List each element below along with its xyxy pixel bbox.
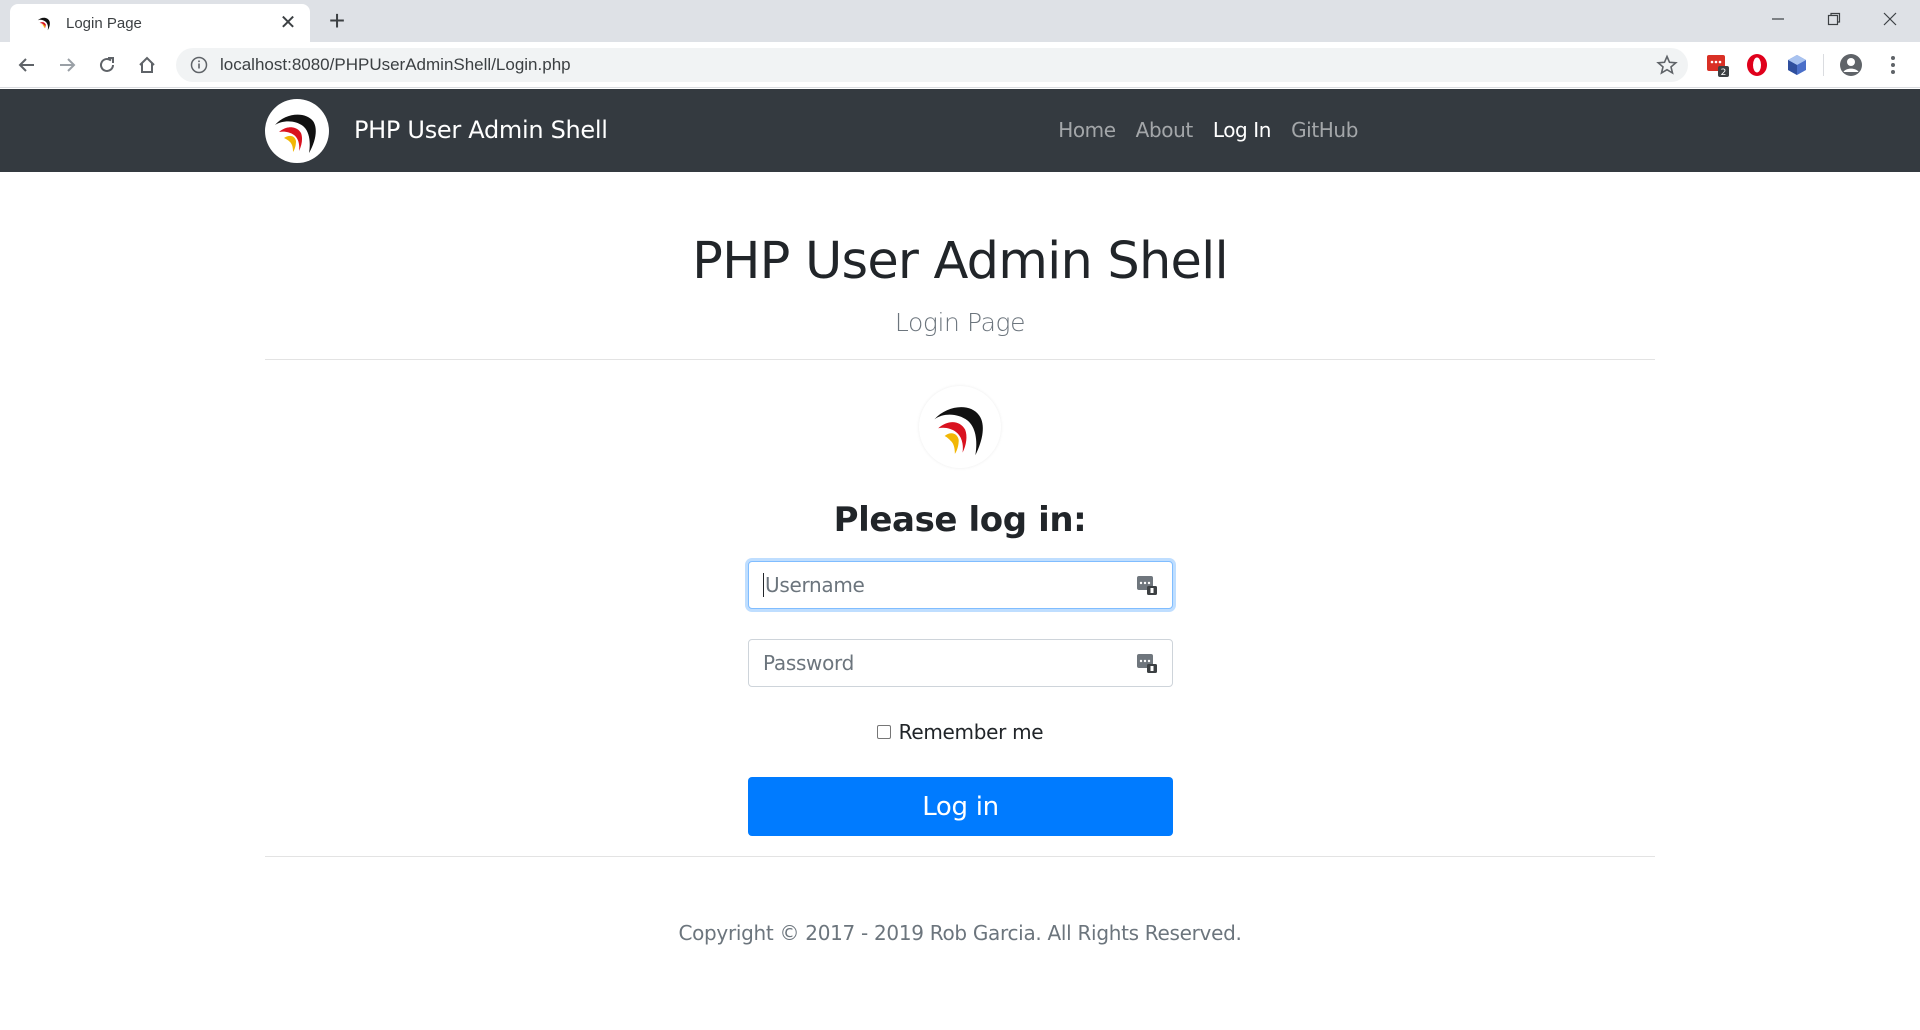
nav-links: Home About Log In GitHub (1058, 118, 1358, 142)
address-bar[interactable]: localhost:8080/PHPUserAdminShell/Login.p… (176, 48, 1688, 82)
text-caret (763, 573, 764, 597)
toolbar-separator (1823, 54, 1824, 76)
extension-badge: 2 (1721, 68, 1727, 78)
nav-link-github[interactable]: GitHub (1291, 118, 1358, 142)
extension-cube-icon[interactable] (1784, 52, 1810, 78)
tab-close-icon[interactable]: ✕ (278, 13, 298, 33)
remember-me-checkbox[interactable] (876, 725, 891, 739)
browser-tab[interactable]: Login Page ✕ (10, 4, 310, 42)
new-tab-icon[interactable]: + (322, 7, 352, 37)
form-heading: Please log in: (833, 500, 1087, 540)
restore-icon[interactable] (1806, 0, 1862, 38)
remember-me-row: Remember me (0, 720, 1920, 744)
home-icon[interactable] (132, 50, 162, 80)
menu-dots-icon[interactable] (1880, 52, 1906, 78)
brand-name[interactable]: PHP User Admin Shell (354, 116, 608, 144)
minimize-icon[interactable] (1750, 0, 1806, 38)
browser-tabstrip: Login Page ✕ + (0, 0, 1920, 42)
password-placeholder: Password (763, 651, 855, 675)
page-subtitle: Login Page (894, 308, 1026, 337)
brand-logo-icon[interactable] (265, 99, 329, 163)
nav-link-about[interactable]: About (1136, 118, 1194, 142)
page-title: PHP User Admin Shell (692, 232, 1228, 291)
site-navbar: PHP User Admin Shell Home About Log In G… (0, 89, 1920, 172)
site-favicon-icon (37, 17, 50, 31)
login-button[interactable]: Log in (748, 777, 1173, 836)
extension-password-icon[interactable]: 2 (1705, 52, 1731, 78)
login-logo-icon (919, 386, 1001, 468)
extension-opera-icon[interactable] (1744, 52, 1770, 78)
bookmark-star-icon[interactable] (1656, 54, 1678, 76)
close-window-icon[interactable] (1862, 0, 1918, 38)
nav-link-login[interactable]: Log In (1213, 118, 1272, 142)
url-text[interactable]: localhost:8080/PHPUserAdminShell/Login.p… (220, 55, 571, 75)
profile-icon[interactable] (1838, 52, 1864, 78)
info-icon[interactable] (190, 56, 208, 74)
username-input[interactable]: Username (748, 561, 1173, 609)
reload-icon[interactable] (92, 50, 122, 80)
password-manager-icon[interactable] (1136, 652, 1158, 674)
remember-me-label[interactable]: Remember me (899, 720, 1044, 744)
divider-top (265, 359, 1655, 360)
forward-arrow-icon[interactable] (52, 50, 82, 80)
copyright-text: Copyright © 2017 - 2019 Rob Garcia. All … (678, 921, 1242, 945)
username-placeholder: Username (765, 573, 865, 597)
divider-bottom (265, 856, 1655, 857)
browser-toolbar: localhost:8080/PHPUserAdminShell/Login.p… (0, 42, 1920, 88)
password-manager-icon[interactable] (1136, 574, 1158, 596)
nav-link-home[interactable]: Home (1058, 118, 1116, 142)
password-input[interactable]: Password (748, 639, 1173, 687)
back-arrow-icon[interactable] (12, 50, 42, 80)
tab-title: Login Page (66, 14, 142, 32)
